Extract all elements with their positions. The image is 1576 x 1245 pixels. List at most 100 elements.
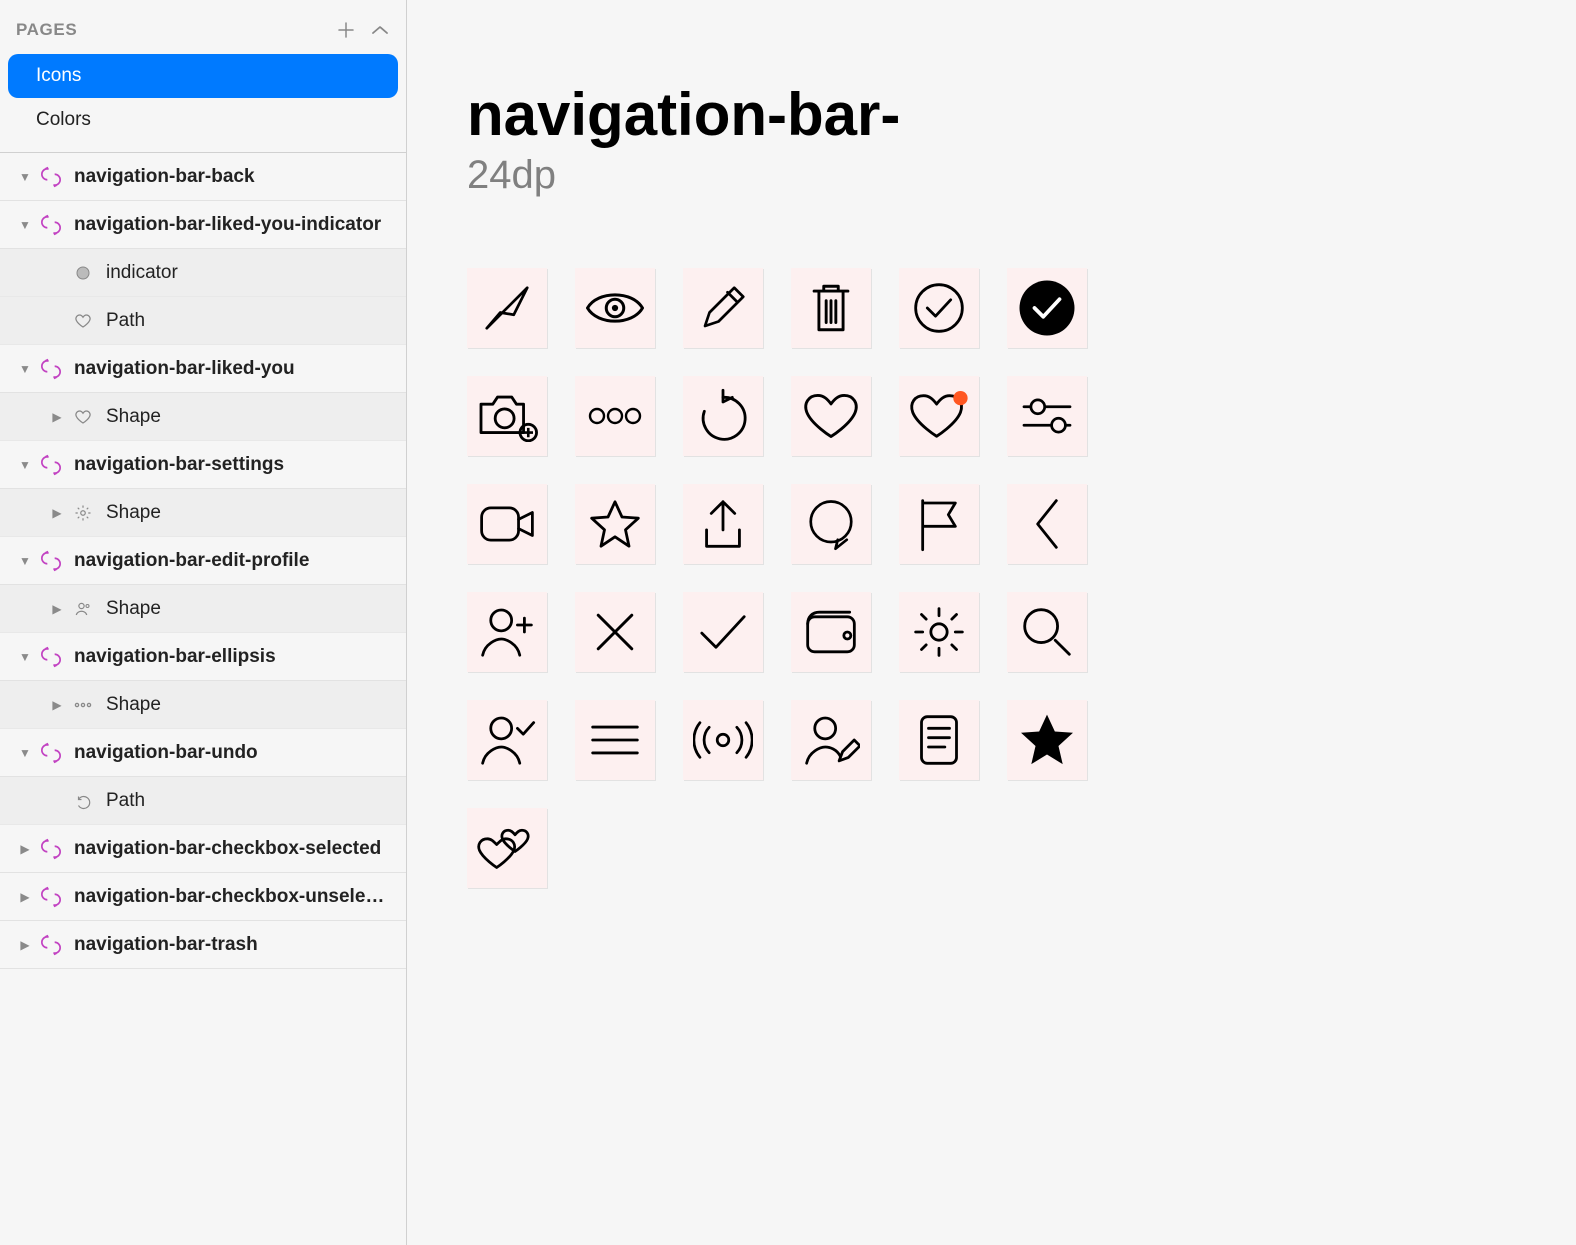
star-filled-icon[interactable]: [1007, 700, 1087, 780]
person-icon: [72, 598, 94, 620]
symbol-icon: [40, 358, 62, 380]
pages-header-title: PAGES: [16, 20, 336, 40]
disclosure-triangle-icon[interactable]: ▼: [16, 648, 34, 666]
document-icon[interactable]: [899, 700, 979, 780]
symbol-icon: [40, 934, 62, 956]
sliders-icon[interactable]: [1007, 376, 1087, 456]
disclosure-triangle-icon[interactable]: ▼: [16, 216, 34, 234]
layer-row[interactable]: ▼ navigation-bar-liked-you: [0, 345, 406, 393]
page-item-icons[interactable]: Icons: [8, 54, 398, 98]
person-edit-icon[interactable]: [791, 700, 871, 780]
layer-child-row[interactable]: ▶ Shape: [0, 585, 406, 633]
symbol-icon: [40, 550, 62, 572]
checkmark-icon[interactable]: [683, 592, 763, 672]
gear-icon[interactable]: [899, 592, 979, 672]
layer-label: navigation-bar-trash: [74, 934, 390, 956]
artboard-title: navigation-bar-: [467, 80, 1516, 149]
disclosure-triangle-icon[interactable]: ▶: [16, 888, 34, 906]
trash-icon[interactable]: [791, 268, 871, 348]
symbol-icon: [40, 646, 62, 668]
layer-row[interactable]: ▼ navigation-bar-edit-profile: [0, 537, 406, 585]
layer-row[interactable]: ▼navigation-bar-liked-you-indicator: [0, 201, 406, 249]
flag-icon[interactable]: [899, 484, 979, 564]
check-circle-icon[interactable]: [899, 268, 979, 348]
share-up-icon[interactable]: [683, 484, 763, 564]
pages-header: PAGES: [0, 0, 406, 54]
menu-lines-icon[interactable]: [575, 700, 655, 780]
layer-label: navigation-bar-settings: [74, 454, 390, 476]
layer-label: navigation-bar-liked-you: [74, 358, 390, 380]
broadcast-icon[interactable]: [683, 700, 763, 780]
chevron-left-icon[interactable]: [1007, 484, 1087, 564]
send-icon[interactable]: [467, 268, 547, 348]
disclosure-triangle-icon[interactable]: ▼: [16, 360, 34, 378]
video-icon[interactable]: [467, 484, 547, 564]
layer-child-row[interactable]: indicator: [0, 249, 406, 297]
symbol-icon: [40, 214, 62, 236]
disclosure-triangle-icon[interactable]: ▶: [48, 504, 66, 522]
ellipsis-icon[interactable]: [575, 376, 655, 456]
heart-icon[interactable]: [791, 376, 871, 456]
symbol-icon: [40, 838, 62, 860]
layer-child-row[interactable]: Path: [0, 297, 406, 345]
page-item-colors[interactable]: Colors: [8, 98, 398, 142]
wallet-icon[interactable]: [791, 592, 871, 672]
camera-add-icon[interactable]: [467, 376, 547, 456]
layer-label: navigation-bar-checkbox-selected: [74, 838, 390, 860]
symbol-icon: [40, 166, 62, 188]
layer-label: Shape: [106, 598, 390, 620]
layer-row[interactable]: ▼navigation-bar-ellipsis: [0, 633, 406, 681]
layer-row[interactable]: ▼ navigation-bar-settings: [0, 441, 406, 489]
symbol-icon: [40, 454, 62, 476]
layer-child-row[interactable]: ▶ Shape: [0, 681, 406, 729]
disclosure-triangle-icon[interactable]: ▼: [16, 552, 34, 570]
heart-icon: [72, 310, 94, 332]
disclosure-triangle-icon[interactable]: ▶: [48, 408, 66, 426]
layer-label: navigation-bar-back: [74, 166, 390, 188]
eye-icon[interactable]: [575, 268, 655, 348]
dots-icon: [72, 694, 94, 716]
circle-icon: [72, 262, 94, 284]
layer-child-row[interactable]: ▶ Shape: [0, 393, 406, 441]
pages-header-actions: [336, 20, 390, 40]
layer-row[interactable]: ▼navigation-bar-undo: [0, 729, 406, 777]
layer-row[interactable]: ▶ navigation-bar-checkbox-selected: [0, 825, 406, 873]
layer-child-row[interactable]: Path: [0, 777, 406, 825]
layer-row[interactable]: ▶ navigation-bar-trash: [0, 921, 406, 969]
layer-label: Shape: [106, 406, 390, 428]
pages-list: Icons Colors: [0, 54, 406, 152]
disclosure-triangle-icon[interactable]: ▶: [16, 936, 34, 954]
add-page-icon[interactable]: [336, 20, 356, 40]
canvas[interactable]: navigation-bar- 24dp: [407, 0, 1576, 1245]
sidebar: PAGES Icons Colors ▼navigation-bar-back▼…: [0, 0, 407, 1245]
layer-row[interactable]: ▼ navigation-bar-back: [0, 153, 406, 201]
layer-child-row[interactable]: ▶ Shape: [0, 489, 406, 537]
disclosure-triangle-icon[interactable]: ▼: [16, 744, 34, 762]
symbol-icon: [40, 742, 62, 764]
disclosure-triangle-icon[interactable]: ▶: [16, 840, 34, 858]
chat-icon[interactable]: [791, 484, 871, 564]
undo-icon[interactable]: [683, 376, 763, 456]
layer-row[interactable]: ▶ navigation-bar-checkbox-unselect…: [0, 873, 406, 921]
hearts-double-icon[interactable]: [467, 808, 547, 888]
search-icon[interactable]: [1007, 592, 1087, 672]
layer-label: Path: [106, 310, 390, 332]
layer-label: Shape: [106, 694, 390, 716]
edit-pencil-icon[interactable]: [683, 268, 763, 348]
disclosure-triangle-icon[interactable]: ▶: [48, 696, 66, 714]
layer-label: navigation-bar-edit-profile: [74, 550, 390, 572]
layer-label: navigation-bar-checkbox-unselect…: [74, 886, 390, 908]
layer-label: Shape: [106, 502, 390, 524]
person-add-icon[interactable]: [467, 592, 547, 672]
disclosure-triangle-icon[interactable]: ▶: [48, 600, 66, 618]
star-outline-icon[interactable]: [575, 484, 655, 564]
check-circle-filled-icon[interactable]: [1007, 268, 1087, 348]
collapse-pages-icon[interactable]: [370, 20, 390, 40]
close-x-icon[interactable]: [575, 592, 655, 672]
gear-icon: [72, 502, 94, 524]
person-check-icon[interactable]: [467, 700, 547, 780]
layers-panel: ▼navigation-bar-back▼navigation-bar-like…: [0, 153, 406, 1245]
disclosure-triangle-icon[interactable]: ▼: [16, 168, 34, 186]
disclosure-triangle-icon[interactable]: ▼: [16, 456, 34, 474]
heart-indicator-icon[interactable]: [899, 376, 979, 456]
